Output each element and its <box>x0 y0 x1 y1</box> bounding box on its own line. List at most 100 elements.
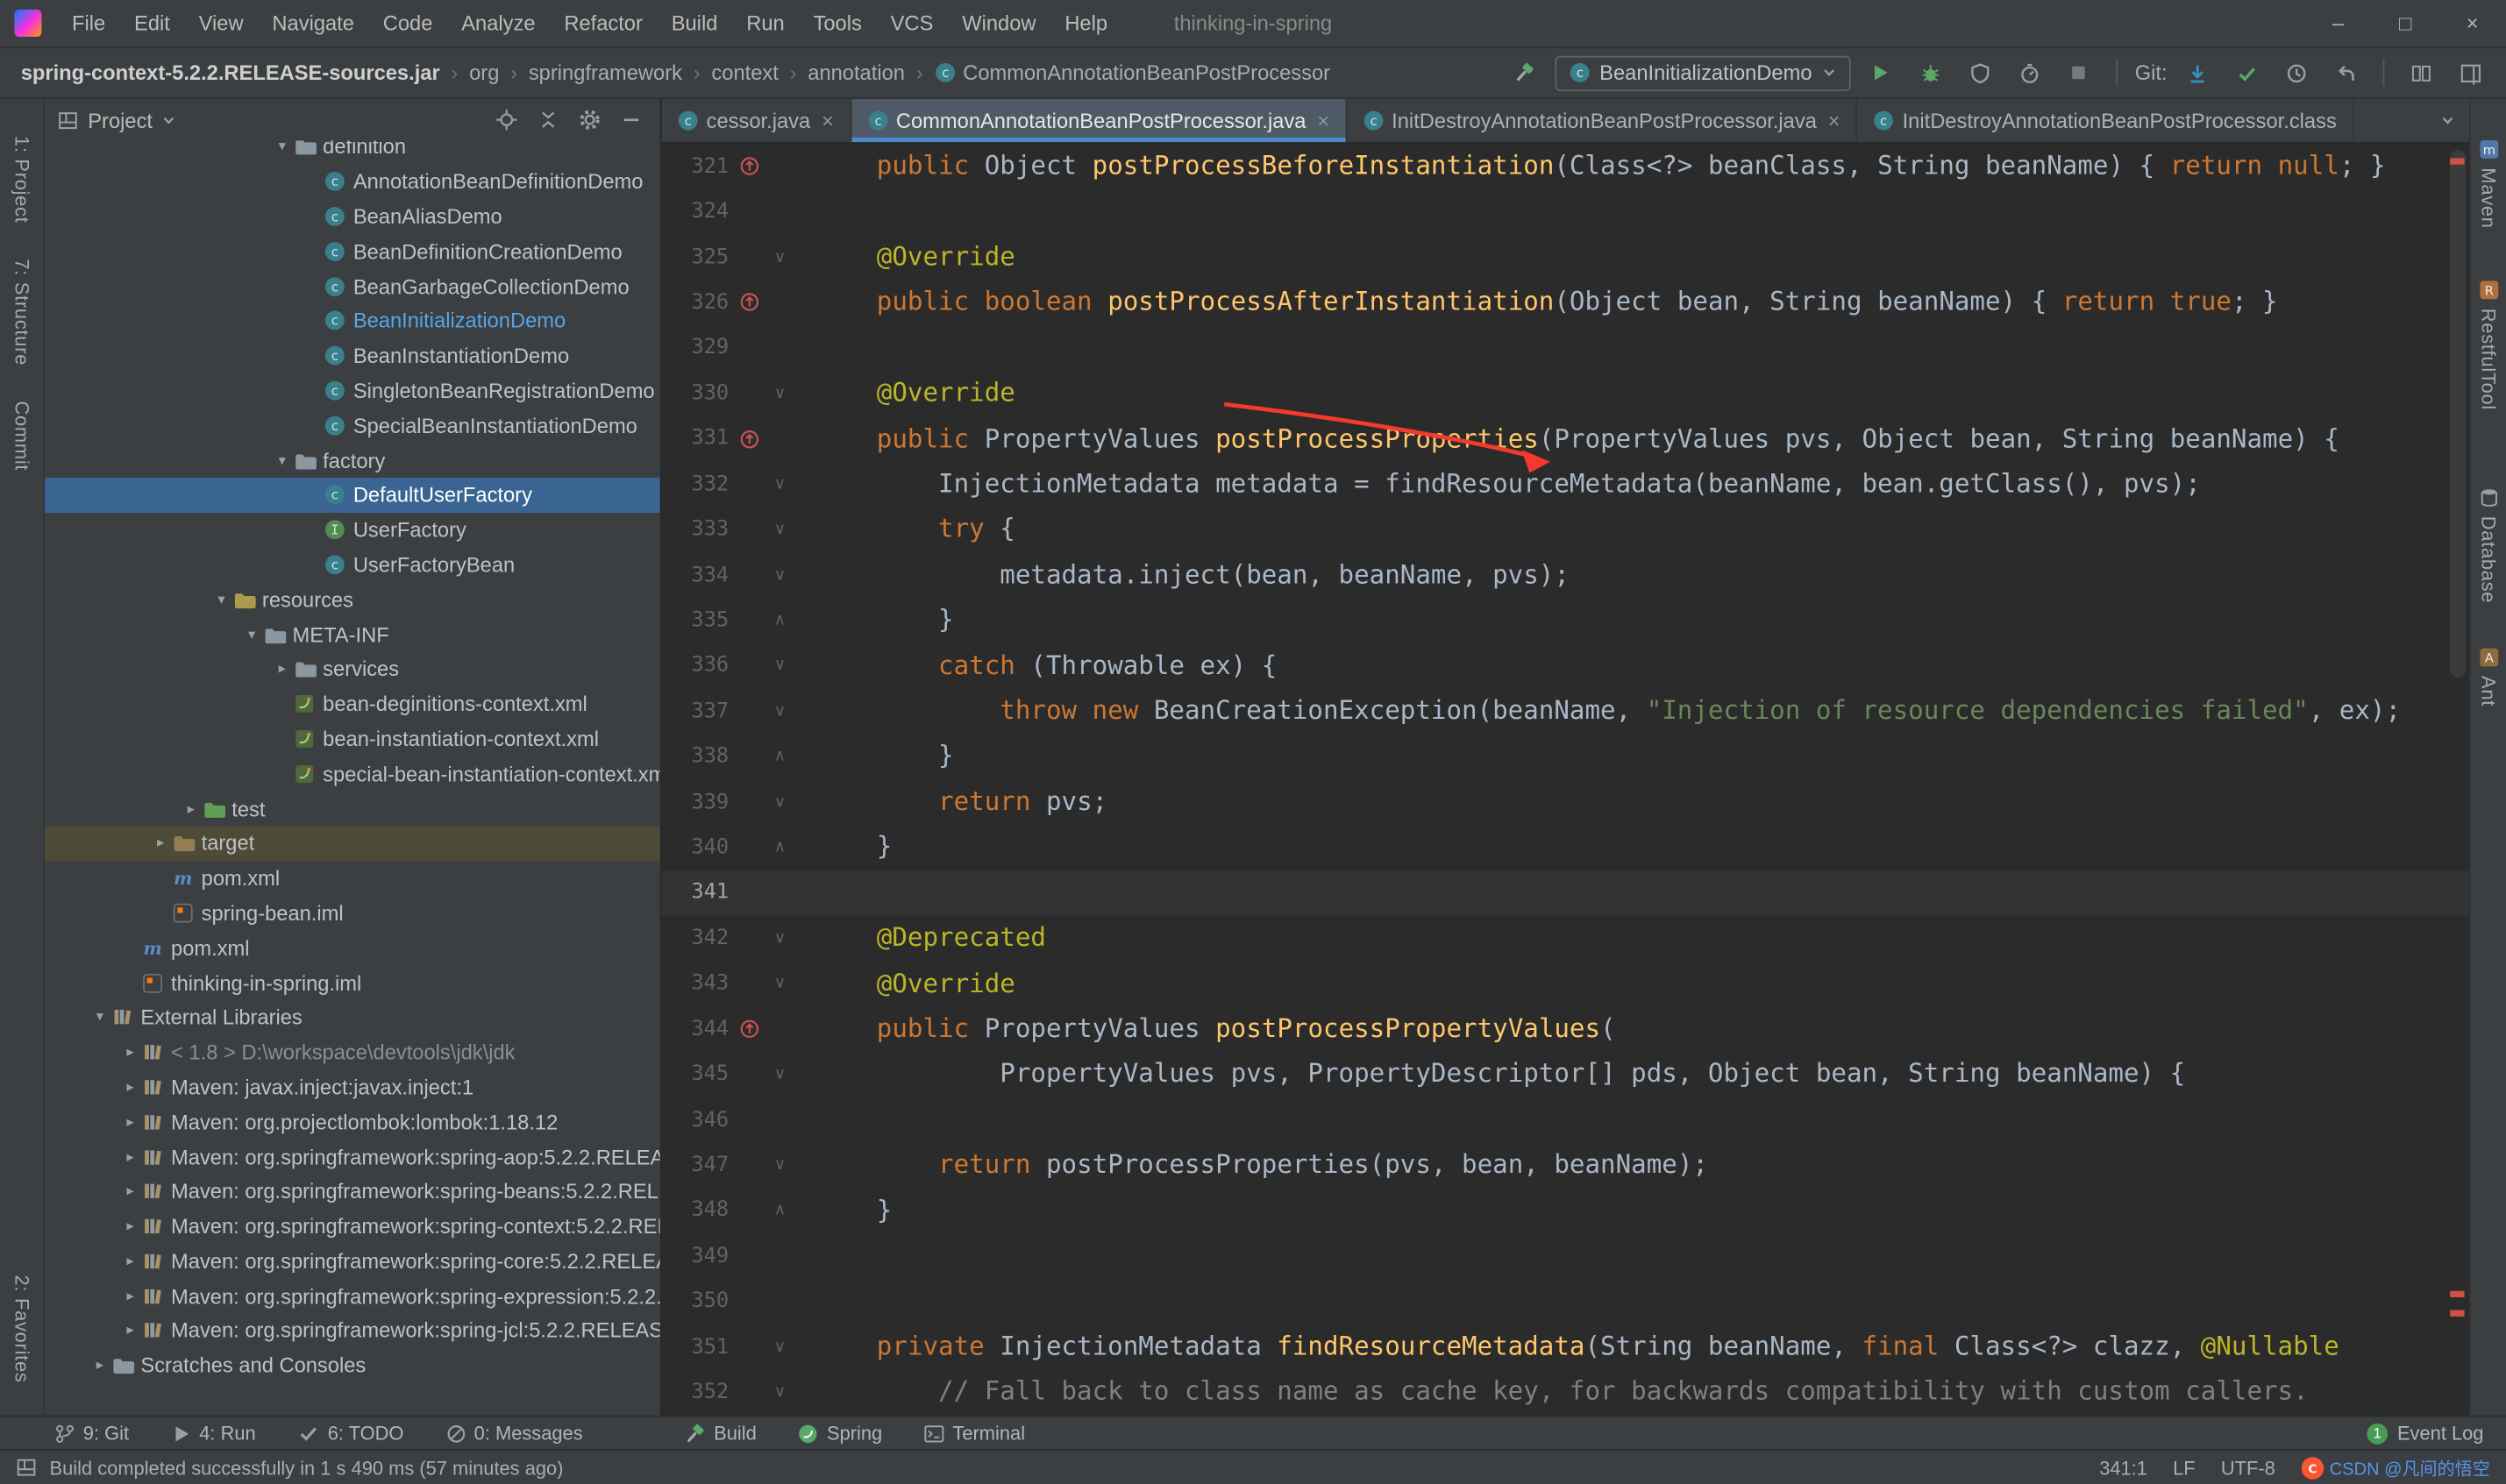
gutter[interactable]: 352∨ <box>662 1370 796 1416</box>
gutter[interactable]: 346 <box>662 1097 796 1143</box>
run-configuration-select[interactable]: cBeanInitializationDemo <box>1555 55 1850 90</box>
line-number[interactable]: 333 <box>662 518 736 542</box>
build-button[interactable] <box>1506 53 1544 92</box>
breadcrumb-spring-context-5-2-2-release-sources-jar[interactable]: spring-context-5.2.2.RELEASE-sources.jar <box>21 60 440 84</box>
tree-item-services[interactable]: ▸services <box>45 652 660 687</box>
tree-item-defaultuserfactory[interactable]: cDefaultUserFactory <box>45 478 660 513</box>
menu-vcs[interactable]: VCS <box>876 0 948 47</box>
tool-stripe-restfultool[interactable]: RRestfulTool <box>2477 262 2500 428</box>
gutter[interactable]: 348∧ <box>662 1189 796 1234</box>
line-number[interactable]: 325 <box>662 245 736 269</box>
fold-marker-icon[interactable]: ∨ <box>764 249 795 266</box>
tree-item-maven-org-springframework-spring-express[interactable]: ▸Maven: org.springframework:spring-expre… <box>45 1279 660 1314</box>
gutter[interactable]: 326 <box>662 280 796 325</box>
menu-navigate[interactable]: Navigate <box>258 0 368 47</box>
line-number[interactable]: 345 <box>662 1062 736 1086</box>
caret-position[interactable]: 341:1 <box>2099 1456 2147 1479</box>
fold-marker-icon[interactable]: ∨ <box>764 521 795 538</box>
gutter[interactable]: 342∨ <box>662 916 796 962</box>
toolwindow-button-6-todo[interactable]: 6: TODO <box>297 1422 403 1445</box>
gutter[interactable]: 338∧ <box>662 735 796 780</box>
gutter[interactable]: 333 ∨ <box>662 507 796 552</box>
tree-item-target[interactable]: ▸target <box>45 826 660 861</box>
tree-item-pom-xml[interactable]: mpom.xml <box>45 861 660 896</box>
diff-button[interactable] <box>2403 53 2441 92</box>
breadcrumb-annotation[interactable]: annotation <box>808 60 905 84</box>
locate-file-button[interactable] <box>491 103 523 135</box>
tree-item-beandefinitioncreationdemo[interactable]: cBeanDefinitionCreationDemo <box>45 234 660 269</box>
line-number[interactable]: 349 <box>662 1245 736 1268</box>
expand-arrow-icon[interactable]: ▸ <box>118 1148 142 1166</box>
run-with-coverage-button[interactable] <box>1961 53 1999 92</box>
line-number[interactable]: 331 <box>662 427 736 451</box>
tree-item-maven-org-springframework-spring-context[interactable]: ▸Maven: org.springframework:spring-conte… <box>45 1209 660 1244</box>
collapse-arrow-icon[interactable]: ▾ <box>88 1009 111 1026</box>
tree-item-userfactory[interactable]: IUserFactory <box>45 513 660 548</box>
tree-item-maven-org-projectlombok-lombok-1-18-12[interactable]: ▸Maven: org.projectlombok:lombok:1.18.12 <box>45 1104 660 1140</box>
gutter[interactable]: 345 ∨ <box>662 1052 796 1097</box>
tree-item-maven-org-springframework-spring-core-5-[interactable]: ▸Maven: org.springframework:spring-core:… <box>45 1244 660 1279</box>
rollback-button[interactable] <box>2327 53 2366 92</box>
gutter[interactable]: 325 ∨ <box>662 235 796 280</box>
fold-marker-icon[interactable]: ∨ <box>764 793 795 811</box>
toolwindow-button-spring[interactable]: Spring <box>798 1422 882 1445</box>
menu-build[interactable]: Build <box>657 0 732 47</box>
settings-button[interactable] <box>573 103 605 135</box>
gutter[interactable]: 324 <box>662 189 796 235</box>
override-marker-icon[interactable] <box>735 293 764 312</box>
fold-marker-icon[interactable]: ∨ <box>764 1066 795 1083</box>
tab-list-dropdown-icon[interactable] <box>2426 106 2469 135</box>
expand-arrow-icon[interactable]: ▸ <box>118 1043 142 1061</box>
gutter[interactable]: 335∧ <box>662 598 796 643</box>
line-number[interactable]: 338 <box>662 745 736 769</box>
fold-marker-icon[interactable]: ∨ <box>764 975 795 992</box>
tree-item-spring-bean-iml[interactable]: spring-bean.iml <box>45 896 660 931</box>
tab-close-icon[interactable]: × <box>1828 109 1840 132</box>
collapse-arrow-icon[interactable]: ▾ <box>270 451 294 469</box>
collapse-arrow-icon[interactable]: ▾ <box>210 591 233 608</box>
expand-arrow-icon[interactable]: ▸ <box>118 1322 142 1339</box>
tool-stripe-commit[interactable]: Commit <box>11 383 33 488</box>
tool-stripe-ant[interactable]: AAnt <box>2477 630 2500 725</box>
tree-item-maven-javax-inject-javax-inject-1[interactable]: ▸Maven: javax.inject:javax.inject:1 <box>45 1069 660 1104</box>
expand-arrow-icon[interactable]: ▸ <box>118 1288 142 1305</box>
line-number[interactable]: 343 <box>662 972 736 996</box>
expand-arrow-icon[interactable]: ▸ <box>118 1113 142 1131</box>
toolwindow-button-event-log[interactable]: 1Event Log <box>2367 1422 2506 1445</box>
tree-item-meta-inf[interactable]: ▾META-INF <box>45 617 660 652</box>
menu-analyze[interactable]: Analyze <box>447 0 550 47</box>
tree-item-thinking-in-spring-iml[interactable]: thinking-in-spring.iml <box>45 965 660 1000</box>
line-number[interactable]: 352 <box>662 1381 736 1404</box>
fold-marker-icon[interactable]: ∨ <box>764 385 795 402</box>
fold-end-marker-icon[interactable]: ∧ <box>764 839 795 856</box>
toolwindow-button-4-run[interactable]: 4: Run <box>170 1422 255 1445</box>
gutter[interactable]: 329 <box>662 325 796 371</box>
editor-layout-button[interactable] <box>2452 53 2490 92</box>
line-number[interactable]: 350 <box>662 1289 736 1313</box>
line-separator[interactable]: LF <box>2173 1456 2196 1479</box>
tree-item-maven-org-springframework-spring-aop-5-2[interactable]: ▸Maven: org.springframework:spring-aop:5… <box>45 1140 660 1175</box>
tree-item-maven-org-springframework-spring-jcl-5-2[interactable]: ▸Maven: org.springframework:spring-jcl:5… <box>45 1313 660 1348</box>
gutter[interactable]: 332∨ <box>662 462 796 508</box>
tree-item-annotationbeandefinitiondemo[interactable]: cAnnotationBeanDefinitionDemo <box>45 164 660 199</box>
menu-run[interactable]: Run <box>732 0 799 47</box>
fold-marker-icon[interactable]: ∨ <box>764 1157 795 1175</box>
line-number[interactable]: 341 <box>662 881 736 905</box>
tree-item-pom-xml[interactable]: mpom.xml <box>45 930 660 965</box>
close-button[interactable]: × <box>2438 0 2506 46</box>
collapse-arrow-icon[interactable]: ▾ <box>270 140 294 155</box>
gutter[interactable]: 349 <box>662 1233 796 1279</box>
debug-button[interactable] <box>1912 53 1950 92</box>
tab-initdestroyannotationbeanpostprocessor-j[interactable]: cInitDestroyAnnotationBeanPostProcessor.… <box>1347 99 1857 142</box>
line-number[interactable]: 340 <box>662 835 736 859</box>
expand-arrow-icon[interactable]: ▸ <box>270 660 294 678</box>
fold-marker-icon[interactable]: ∨ <box>764 1338 795 1356</box>
menu-window[interactable]: Window <box>948 0 1050 47</box>
gutter[interactable]: 340 ∧ <box>662 825 796 870</box>
gutter[interactable]: 351∨ <box>662 1324 796 1370</box>
tool-stripe-7-structure[interactable]: 7: Structure <box>11 241 33 383</box>
tree-item-userfactorybean[interactable]: cUserFactoryBean <box>45 547 660 582</box>
vcs-commit-button[interactable] <box>2228 53 2267 92</box>
gutter[interactable]: 330∨ <box>662 371 796 416</box>
code-viewport[interactable]: 321 public Object postProcessBeforeInsta… <box>662 144 2469 1416</box>
